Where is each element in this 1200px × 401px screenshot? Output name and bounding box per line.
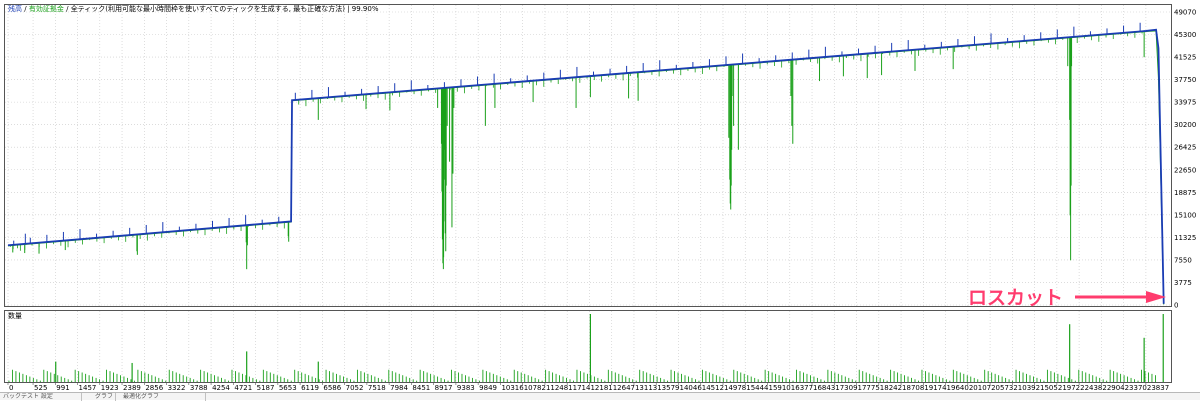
- x-tick-label: 4721: [234, 384, 252, 392]
- x-axis-ticks: 0 525 991 1457 1923 2389 2856 3322 3788 4254 4721 5…: [7, 382, 1169, 392]
- y-tick-label: 15100: [1174, 211, 1196, 219]
- x-tick-label: 14512: [702, 384, 724, 392]
- chart-canvas: 0 3775 7550 11325 15100 18875 22650 26425 30200 3…: [0, 0, 1200, 392]
- x-tick-label: 3788: [190, 384, 208, 392]
- x-tick-label: 525: [34, 384, 47, 392]
- x-tick-label: 1923: [101, 384, 119, 392]
- x-tick-label: 0: [9, 384, 13, 392]
- x-tick-label: 22904: [1102, 384, 1125, 392]
- x-tick-label: 21039: [1013, 384, 1035, 392]
- x-tick-label: 22438: [1080, 384, 1102, 392]
- legend-model: 全ティック(利用可能な最小時間枠を使いすべてのティックを生成する, 最も正確な方…: [71, 4, 346, 13]
- x-tick-label: 21505: [1036, 384, 1058, 392]
- bottom-tab-bar: バックテスト 設定 グラフ 最適化グラフ: [0, 392, 1200, 401]
- x-tick-label: 20573: [991, 384, 1013, 392]
- y-tick-label: 11325: [1174, 234, 1196, 242]
- legend-equity: 有効証拠金: [29, 4, 64, 13]
- x-tick-label: 15910: [768, 384, 790, 392]
- x-tick-label: 17309: [835, 384, 857, 392]
- y-tick-label: 49070: [1174, 9, 1196, 17]
- x-tick-label: 11248: [546, 384, 568, 392]
- x-tick-label: 2856: [145, 384, 163, 392]
- x-tick-label: 13113: [635, 384, 657, 392]
- x-tick-label: 19174: [924, 384, 947, 392]
- x-tick-label: 16843: [813, 384, 835, 392]
- x-tick-label: 8917: [435, 384, 453, 392]
- x-tick-label: 18708: [902, 384, 924, 392]
- y-tick-label: 30200: [1174, 121, 1196, 129]
- x-tick-label: 6119: [301, 384, 319, 392]
- x-tick-label: 13579: [657, 384, 679, 392]
- x-tick-label: 14046: [680, 384, 703, 392]
- y-tick-label: 45300: [1174, 31, 1196, 39]
- y-tick-label: 22650: [1174, 166, 1196, 174]
- y-tick-label: 33975: [1174, 99, 1196, 107]
- legend: 残高 / 有効証拠金 / 全ティック(利用可能な最小時間枠を使いすべてのティック…: [8, 4, 379, 13]
- x-tick-label: 10782: [524, 384, 546, 392]
- x-tick-label: 14978: [724, 384, 746, 392]
- legend-quality: 99.90%: [352, 5, 379, 13]
- x-tick-label: 9383: [457, 384, 475, 392]
- y-tick-label: 0: [1174, 302, 1178, 310]
- x-tick-label: 17775: [858, 384, 880, 392]
- x-tick-label: 2389: [123, 384, 141, 392]
- x-tick-label: 23837: [1147, 384, 1169, 392]
- y-tick-label: 7550: [1174, 256, 1192, 264]
- x-tick-label: 6586: [323, 384, 341, 392]
- x-tick-label: 10316: [501, 384, 524, 392]
- x-tick-label: 7984: [390, 384, 408, 392]
- x-tick-label: 5187: [257, 384, 275, 392]
- x-tick-label: 20107: [969, 384, 991, 392]
- y-tick-label: 26425: [1174, 144, 1196, 152]
- x-tick-label: 11714: [568, 384, 591, 392]
- x-tick-label: 9849: [479, 384, 497, 392]
- volume-label: 数量: [8, 311, 22, 320]
- losscut-annotation: ロスカット: [968, 287, 1063, 309]
- x-tick-label: 19640: [947, 384, 969, 392]
- x-tick-label: 15444: [746, 384, 769, 392]
- x-tick-label: 18242: [880, 384, 902, 392]
- x-tick-label: 12181: [590, 384, 612, 392]
- x-tick-label: 8451: [412, 384, 430, 392]
- y-tick-label: 3775: [1174, 279, 1192, 287]
- x-tick-label: 12647: [613, 384, 635, 392]
- x-tick-label: 5653: [279, 384, 297, 392]
- x-tick-label: 7052: [346, 384, 364, 392]
- x-tick-label: 3322: [168, 384, 186, 392]
- x-tick-label: 4254: [212, 384, 230, 392]
- x-tick-label: 21972: [1058, 384, 1080, 392]
- legend-balance: 残高: [8, 4, 22, 13]
- x-tick-label: 16377: [791, 384, 813, 392]
- x-tick-label: 991: [56, 384, 69, 392]
- y-tick-label: 37750: [1174, 76, 1196, 84]
- x-tick-label: 23370: [1125, 384, 1147, 392]
- x-tick-label: 7518: [368, 384, 386, 392]
- x-tick-label: 1457: [79, 384, 97, 392]
- y-tick-label: 41525: [1174, 54, 1196, 62]
- y-tick-label: 18875: [1174, 189, 1196, 197]
